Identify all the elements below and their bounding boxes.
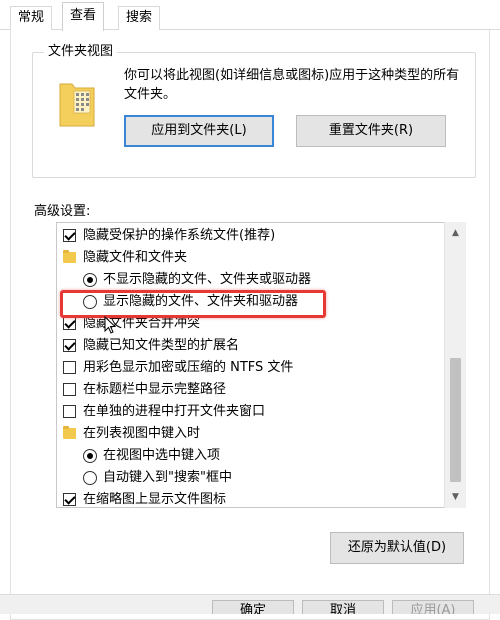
- list-item-label: 在缩略图上显示文件图标: [83, 492, 227, 507]
- tab-view[interactable]: 查看: [62, 2, 105, 31]
- list-item[interactable]: 在视图中选中键入项: [57, 445, 445, 467]
- list-item[interactable]: 隐藏受保护的操作系统文件(推荐): [57, 225, 445, 247]
- scroll-up-icon[interactable]: ▲: [445, 224, 466, 242]
- list-item-label: 在标题栏中显示完整路径: [83, 382, 227, 397]
- list-item[interactable]: 不显示隐藏的文件、文件夹或驱动器: [57, 269, 445, 291]
- apply-button[interactable]: 应用(A): [392, 600, 474, 614]
- tab-strip: 常规 查看 搜索: [0, 0, 500, 31]
- folder-icon: [63, 250, 76, 263]
- list-item-label: 用彩色显示加密或压缩的 NTFS 文件: [83, 360, 294, 375]
- advanced-settings-list[interactable]: 隐藏受保护的操作系统文件(推荐) 隐藏文件和文件夹 不显示隐藏的文件、文件夹或驱…: [56, 222, 466, 508]
- apply-to-folders-button[interactable]: 应用到文件夹(L): [124, 115, 274, 147]
- checkbox[interactable]: [63, 493, 76, 506]
- list-item[interactable]: 隐藏已知文件类型的扩展名: [57, 335, 445, 357]
- folder-views-title: 文件夹视图: [44, 44, 118, 60]
- list-item-label: 隐藏已知文件类型的扩展名: [83, 338, 240, 353]
- list-item[interactable]: 用彩色显示加密或压缩的 NTFS 文件: [57, 357, 445, 379]
- list-item-label: 自动键入到"搜索"框中: [103, 470, 232, 485]
- ok-button[interactable]: 确定: [212, 600, 294, 614]
- folder-view-icon: [59, 83, 95, 127]
- list-scrollbar[interactable]: ▲ ▼: [444, 222, 466, 508]
- mouse-cursor-icon: [104, 316, 116, 334]
- list-item[interactable]: 在标题栏中显示完整路径: [57, 379, 445, 401]
- checkbox[interactable]: [63, 229, 76, 242]
- list-item[interactable]: 在单独的进程中打开文件夹窗口: [57, 401, 445, 423]
- checkbox[interactable]: [63, 383, 76, 396]
- list-item-label: 隐藏文件夹合并冲突: [83, 316, 201, 331]
- list-item-label: 隐藏文件和文件夹: [83, 250, 188, 265]
- list-item-label: 显示隐藏的文件、文件夹和驱动器: [103, 294, 299, 309]
- scroll-down-icon[interactable]: ▼: [445, 488, 466, 506]
- radio-button[interactable]: [83, 273, 97, 287]
- advanced-settings-label: 高级设置:: [34, 204, 91, 219]
- scrollbar-thumb[interactable]: [450, 358, 461, 482]
- folder-icon: [63, 426, 76, 439]
- restore-defaults-button[interactable]: 还原为默认值(D): [330, 532, 464, 564]
- radio-button[interactable]: [83, 471, 97, 485]
- list-item[interactable]: 在缩略图上显示文件图标: [57, 489, 445, 507]
- list-item-label: 在列表视图中键入时: [83, 426, 201, 441]
- list-item[interactable]: 自动键入到"搜索"框中: [57, 467, 445, 489]
- list-item-label: 在单独的进程中打开文件夹窗口: [83, 404, 266, 419]
- list-item: 在列表视图中键入时: [57, 423, 445, 445]
- reset-folders-button[interactable]: 重置文件夹(R): [296, 115, 446, 147]
- tab-search[interactable]: 搜索: [118, 6, 161, 30]
- checkbox[interactable]: [63, 317, 76, 330]
- checkbox[interactable]: [63, 405, 76, 418]
- folder-views-description: 你可以将此视图(如详细信息或图标)应用于这种类型的所有文件夹。: [124, 68, 460, 102]
- list-item-label: 隐藏受保护的操作系统文件(推荐): [83, 228, 276, 243]
- checkbox[interactable]: [63, 339, 76, 352]
- list-item: 隐藏文件和文件夹: [57, 247, 445, 269]
- cancel-button[interactable]: 取消: [302, 600, 384, 614]
- list-item-label: 在视图中选中键入项: [103, 448, 221, 463]
- list-item[interactable]: 显示隐藏的文件、文件夹和驱动器: [57, 291, 445, 313]
- checkbox[interactable]: [63, 361, 76, 374]
- list-item-label: 不显示隐藏的文件、文件夹或驱动器: [103, 272, 312, 287]
- radio-button[interactable]: [83, 295, 97, 309]
- radio-button[interactable]: [83, 449, 97, 463]
- tab-general[interactable]: 常规: [10, 6, 53, 30]
